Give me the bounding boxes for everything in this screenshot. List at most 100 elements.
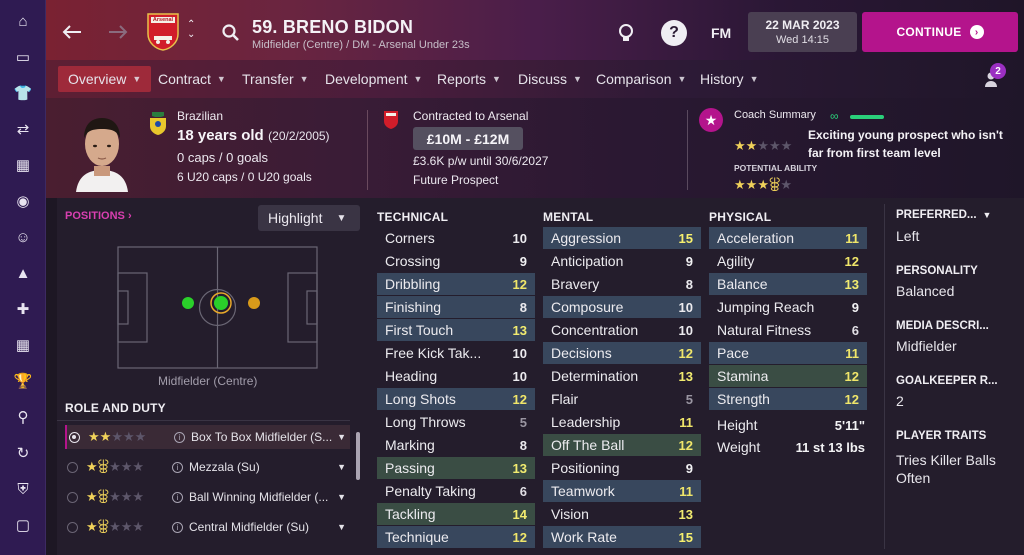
- goalkeeper-rating: 2: [896, 393, 904, 409]
- attribute-row[interactable]: Teamwork 11: [543, 480, 701, 502]
- attribute-row[interactable]: Leadership 11: [543, 411, 701, 433]
- attribute-row[interactable]: Decisions 12: [543, 342, 701, 364]
- tab-development[interactable]: Development ▼: [315, 66, 432, 92]
- attribute-row[interactable]: Vision 13: [543, 503, 701, 525]
- attribute-row[interactable]: Marking 8: [377, 434, 535, 456]
- search-icon[interactable]: ⚲: [0, 405, 46, 429]
- chevron-down-icon[interactable]: ▼: [337, 492, 346, 502]
- fm-button[interactable]: FM: [711, 25, 731, 41]
- home-icon[interactable]: ⌂: [0, 9, 46, 33]
- attribute-row[interactable]: Flair 5: [543, 388, 701, 410]
- search-button[interactable]: [220, 22, 242, 44]
- attribute-row[interactable]: Penalty Taking 6: [377, 480, 535, 502]
- attribute-row[interactable]: Pace 11: [709, 342, 867, 364]
- back-button[interactable]: [60, 20, 84, 44]
- tip-button[interactable]: [613, 20, 639, 46]
- info-icon[interactable]: i: [172, 461, 183, 473]
- attribute-row[interactable]: Passing 13: [377, 457, 535, 479]
- attribute-row[interactable]: Acceleration 11: [709, 227, 867, 249]
- roles-scrollbar[interactable]: [356, 432, 360, 480]
- attribute-row[interactable]: Aggression 15: [543, 227, 701, 249]
- attribute-row[interactable]: Corners 10: [377, 227, 535, 249]
- tab-overview[interactable]: Overview ▼: [58, 66, 152, 92]
- role-row[interactable]: ★⯚★★★ i Mezzala (Su) ▼: [65, 455, 350, 479]
- club-switcher[interactable]: ⌃ ⌄: [187, 20, 199, 46]
- attribute-row[interactable]: Agility 12: [709, 250, 867, 272]
- medical-icon[interactable]: ✚: [0, 297, 46, 321]
- attribute-row[interactable]: Positioning 9: [543, 457, 701, 479]
- attribute-value: 10: [678, 322, 693, 338]
- tab-comparison[interactable]: Comparison ▼: [586, 66, 696, 92]
- attribute-row[interactable]: Technique 12: [377, 526, 535, 548]
- role-row[interactable]: ★⯚★★★ i Ball Winning Midfielder (... ▼: [65, 485, 350, 509]
- date-box[interactable]: 22 MAR 2023 Wed 14:15: [748, 12, 857, 52]
- notifications-button[interactable]: 2: [984, 63, 1008, 90]
- briefcase-icon[interactable]: ▢: [0, 513, 46, 537]
- goalkeeper-rating-label: GOALKEEPER R...: [896, 375, 998, 387]
- chevron-right-icon: ›: [127, 210, 132, 222]
- help-button[interactable]: ?: [661, 20, 687, 46]
- tab-discuss[interactable]: Discuss ▼: [508, 66, 592, 92]
- positions-header[interactable]: POSITIONS ›: [65, 210, 132, 222]
- schedule-icon[interactable]: ▦: [0, 333, 46, 357]
- tactics-icon[interactable]: ▦: [0, 153, 46, 177]
- staff-icon[interactable]: ☺: [0, 225, 46, 249]
- attribute-row[interactable]: Strength 12: [709, 388, 867, 410]
- attribute-row[interactable]: Composure 10: [543, 296, 701, 318]
- refresh-icon[interactable]: ↻: [0, 441, 46, 465]
- attribute-row[interactable]: Balance 13: [709, 273, 867, 295]
- attribute-row[interactable]: Bravery 8: [543, 273, 701, 295]
- attribute-row[interactable]: Natural Fitness 6: [709, 319, 867, 341]
- chevron-down-icon[interactable]: ▼: [337, 462, 346, 472]
- attribute-row[interactable]: Long Shots 12: [377, 388, 535, 410]
- squad-icon[interactable]: 👕: [0, 81, 46, 105]
- tab-history[interactable]: History ▼: [690, 66, 768, 92]
- attribute-row[interactable]: Off The Ball 12: [543, 434, 701, 456]
- highlight-dropdown[interactable]: Highlight ▼: [258, 205, 360, 231]
- radio-button[interactable]: [69, 431, 80, 443]
- role-row[interactable]: ★★★★★ i Box To Box Midfielder (S... ▼: [65, 425, 350, 449]
- attribute-row[interactable]: First Touch 13: [377, 319, 535, 341]
- attribute-row[interactable]: Tackling 14: [377, 503, 535, 525]
- transfer-value-badge[interactable]: £10M - £12M: [413, 127, 523, 150]
- attribute-row[interactable]: Work Rate 15: [543, 526, 701, 548]
- attribute-row[interactable]: Heading 10: [377, 365, 535, 387]
- attribute-row[interactable]: Determination 13: [543, 365, 701, 387]
- info-icon[interactable]: i: [172, 491, 183, 503]
- chevron-down-icon[interactable]: ▼: [337, 432, 346, 442]
- club-crest[interactable]: Arsenal: [146, 12, 180, 52]
- inbox-icon[interactable]: ▭: [0, 45, 46, 69]
- attribute-row[interactable]: Jumping Reach 9: [709, 296, 867, 318]
- transfers-icon[interactable]: ⇄: [0, 117, 46, 141]
- radio-button[interactable]: [67, 461, 78, 473]
- attribute-row[interactable]: Long Throws 5: [377, 411, 535, 433]
- tab-contract[interactable]: Contract ▼: [148, 66, 236, 92]
- club-shield-icon[interactable]: ⛨: [0, 477, 46, 501]
- attribute-name: Jumping Reach: [717, 299, 815, 315]
- training-icon[interactable]: ▲: [0, 261, 46, 285]
- tab-reports[interactable]: Reports ▼: [427, 66, 511, 92]
- continue-button[interactable]: CONTINUE ›: [862, 12, 1018, 52]
- info-icon[interactable]: i: [174, 431, 185, 443]
- attribute-row[interactable]: Dribbling 12: [377, 273, 535, 295]
- scouting-icon[interactable]: ◉: [0, 189, 46, 213]
- attribute-row[interactable]: Crossing 9: [377, 250, 535, 272]
- attribute-row[interactable]: Stamina 12: [709, 365, 867, 387]
- attribute-row[interactable]: Concentration 10: [543, 319, 701, 341]
- chevron-down-icon[interactable]: ▼: [337, 522, 346, 532]
- attribute-row[interactable]: Finishing 8: [377, 296, 535, 318]
- trophy-icon[interactable]: 🏆: [0, 369, 46, 393]
- attribute-value: 12: [844, 253, 859, 269]
- forward-button[interactable]: [106, 20, 130, 44]
- preferred-foot-label[interactable]: PREFERRED... ▼: [896, 209, 991, 221]
- role-row[interactable]: ★⯚★★★ i Central Midfielder (Su) ▼: [65, 515, 350, 539]
- tab-transfer[interactable]: Transfer ▼: [232, 66, 319, 92]
- tab-label: Comparison: [596, 71, 672, 87]
- attribute-row[interactable]: Anticipation 9: [543, 250, 701, 272]
- radio-button[interactable]: [67, 491, 78, 503]
- info-icon[interactable]: i: [172, 521, 183, 533]
- radio-button[interactable]: [67, 521, 78, 533]
- attribute-row[interactable]: Free Kick Tak... 10: [377, 342, 535, 364]
- attribute-name: Free Kick Tak...: [385, 345, 482, 361]
- transfer-value: £10M - £12M: [426, 130, 510, 147]
